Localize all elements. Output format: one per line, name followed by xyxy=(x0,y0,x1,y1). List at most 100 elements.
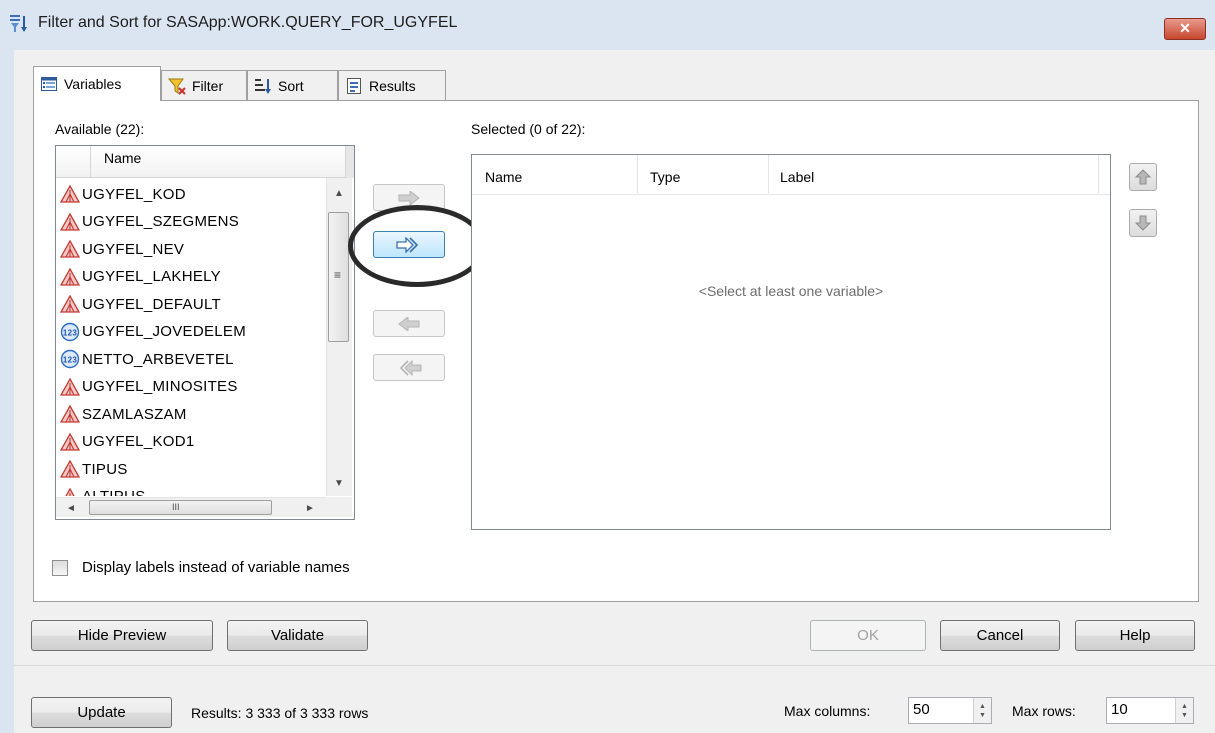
character-variable-icon xyxy=(60,212,80,231)
arrow-up-icon xyxy=(1135,169,1151,185)
scroll-right-arrow-icon[interactable]: ► xyxy=(305,503,315,514)
scroll-left-arrow-icon[interactable]: ◄ xyxy=(66,503,76,514)
remove-all-button[interactable] xyxy=(373,354,445,381)
tab-filter-label: Filter xyxy=(192,77,224,94)
remove-selected-button[interactable] xyxy=(373,310,445,337)
tab-variables-label: Variables xyxy=(64,76,122,92)
available-list-header xyxy=(56,146,354,178)
list-item-label: UGYFEL_MINOSITES xyxy=(82,378,238,395)
double-arrow-left-icon xyxy=(399,359,422,376)
selected-variables-grid[interactable] xyxy=(471,154,1111,530)
arrow-right-icon xyxy=(398,190,420,205)
ok-button[interactable]: OK xyxy=(810,620,926,651)
filter-sort-app-icon xyxy=(9,13,31,35)
sort-icon xyxy=(254,77,272,95)
variables-icon xyxy=(40,75,58,93)
scrollbar-corner xyxy=(326,497,352,517)
display-labels-checkbox[interactable] xyxy=(52,560,68,576)
available-items: UGYFEL_KOD UGYFEL_SZEGMENS UGYFEL_NEV UGYFE… xyxy=(56,178,326,496)
numeric-variable-icon: 123 xyxy=(60,349,80,369)
selected-header-name[interactable]: Name xyxy=(485,169,522,185)
scroll-up-arrow-icon[interactable]: ▲ xyxy=(334,188,344,199)
svg-text:123: 123 xyxy=(63,328,77,337)
window-left-border xyxy=(0,50,14,733)
list-item[interactable]: UGYFEL_SZEGMENS xyxy=(60,209,239,235)
svg-text:123: 123 xyxy=(63,356,77,365)
list-item[interactable]: UGYFEL_MINOSITES xyxy=(60,374,238,400)
help-button[interactable]: Help xyxy=(1075,620,1195,651)
list-item[interactable]: UGYFEL_NEV xyxy=(60,236,184,262)
list-item[interactable]: SZAMLASZAM xyxy=(60,401,187,427)
max-columns-spinner[interactable]: ▲ ▼ xyxy=(973,698,991,723)
column-separator xyxy=(768,155,769,193)
max-rows-spinner[interactable]: ▲ ▼ xyxy=(1175,698,1193,723)
hide-preview-button[interactable]: Hide Preview xyxy=(31,620,213,651)
validate-button[interactable]: Validate xyxy=(227,620,368,651)
selected-header-label[interactable]: Label xyxy=(780,169,814,185)
tab-results[interactable]: Results xyxy=(338,70,446,100)
tab-sort[interactable]: Sort xyxy=(247,70,338,100)
spin-down-icon[interactable]: ▼ xyxy=(1181,711,1188,720)
tab-sort-label: Sort xyxy=(278,77,304,94)
arrow-down-icon xyxy=(1135,215,1151,231)
close-button[interactable]: ✕ xyxy=(1164,18,1206,40)
character-variable-icon xyxy=(60,405,80,423)
list-item[interactable]: 123 UGYFEL_JOVEDELEM xyxy=(60,319,246,345)
max-columns-label: Max columns: xyxy=(784,703,871,719)
list-item-label: UGYFEL_DEFAULT xyxy=(82,295,221,313)
available-header-select-cell xyxy=(56,146,91,178)
spin-down-icon[interactable]: ▼ xyxy=(979,711,986,720)
available-header-name[interactable]: Name xyxy=(104,150,141,166)
character-variable-icon xyxy=(60,295,80,313)
list-item[interactable]: TIPUS xyxy=(60,456,128,482)
update-button[interactable]: Update xyxy=(31,697,172,728)
available-label: Available (22): xyxy=(55,121,145,137)
available-header-end-cell xyxy=(345,146,354,178)
column-separator xyxy=(1098,155,1099,193)
list-item-label: UGYFEL_KOD xyxy=(82,185,186,203)
list-item[interactable]: UGYFEL_KOD xyxy=(60,181,186,207)
window-title: Filter and Sort for SASApp:WORK.QUERY_FO… xyxy=(38,14,458,31)
spin-up-icon[interactable]: ▲ xyxy=(1181,702,1188,711)
hscroll-grip-icon: III xyxy=(172,502,180,512)
list-item[interactable]: UGYFEL_KOD1 xyxy=(60,429,195,455)
list-item-label: NETTO_ARBEVETEL xyxy=(82,350,234,368)
list-item-label: ALTIPUS xyxy=(82,488,146,496)
list-item-label: UGYFEL_KOD1 xyxy=(82,433,195,450)
divider xyxy=(14,665,1215,666)
selected-header-type[interactable]: Type xyxy=(650,169,680,185)
tab-variables[interactable]: Variables xyxy=(33,66,161,101)
list-item-label: UGYFEL_JOVEDELEM xyxy=(82,323,247,340)
move-up-button[interactable] xyxy=(1129,163,1157,191)
character-variable-icon xyxy=(60,185,80,203)
list-item[interactable]: UGYFEL_LAKHELY xyxy=(60,264,221,290)
tab-results-label: Results xyxy=(369,77,416,94)
cancel-button[interactable]: Cancel xyxy=(940,620,1060,651)
list-item-label: UGYFEL_LAKHELY xyxy=(82,268,221,285)
character-variable-icon xyxy=(60,487,80,496)
selected-label: Selected (0 of 22): xyxy=(471,121,586,137)
max-rows-label: Max rows: xyxy=(1012,703,1076,719)
list-item-label: TIPUS xyxy=(82,460,128,478)
scroll-down-arrow-icon[interactable]: ▼ xyxy=(334,478,344,489)
list-item[interactable]: ALTIPUS xyxy=(60,484,146,496)
results-status: Results: 3 333 of 3 333 rows xyxy=(191,705,369,721)
tab-filter[interactable]: Filter xyxy=(161,70,247,100)
move-down-button[interactable] xyxy=(1129,209,1157,237)
spin-up-icon[interactable]: ▲ xyxy=(979,702,986,711)
max-columns-value[interactable]: 50 xyxy=(913,701,930,718)
annotation-circle xyxy=(348,205,486,287)
list-item[interactable]: 123 NETTO_ARBEVETEL xyxy=(60,346,234,372)
horizontal-scroll-thumb[interactable] xyxy=(89,500,272,515)
list-item-label: UGYFEL_SZEGMENS xyxy=(82,213,240,230)
results-icon xyxy=(345,77,363,95)
max-rows-value[interactable]: 10 xyxy=(1111,701,1128,718)
filter-funnel-icon xyxy=(168,77,186,95)
display-labels-checkbox-label[interactable]: Display labels instead of variable names xyxy=(82,559,350,576)
arrow-left-icon xyxy=(398,316,420,331)
list-item-label: SZAMLASZAM xyxy=(82,405,187,423)
list-item[interactable]: UGYFEL_DEFAULT xyxy=(60,291,221,317)
character-variable-icon xyxy=(60,240,80,258)
scroll-grip-icon: ≡ xyxy=(334,268,342,282)
character-variable-icon xyxy=(60,377,80,396)
